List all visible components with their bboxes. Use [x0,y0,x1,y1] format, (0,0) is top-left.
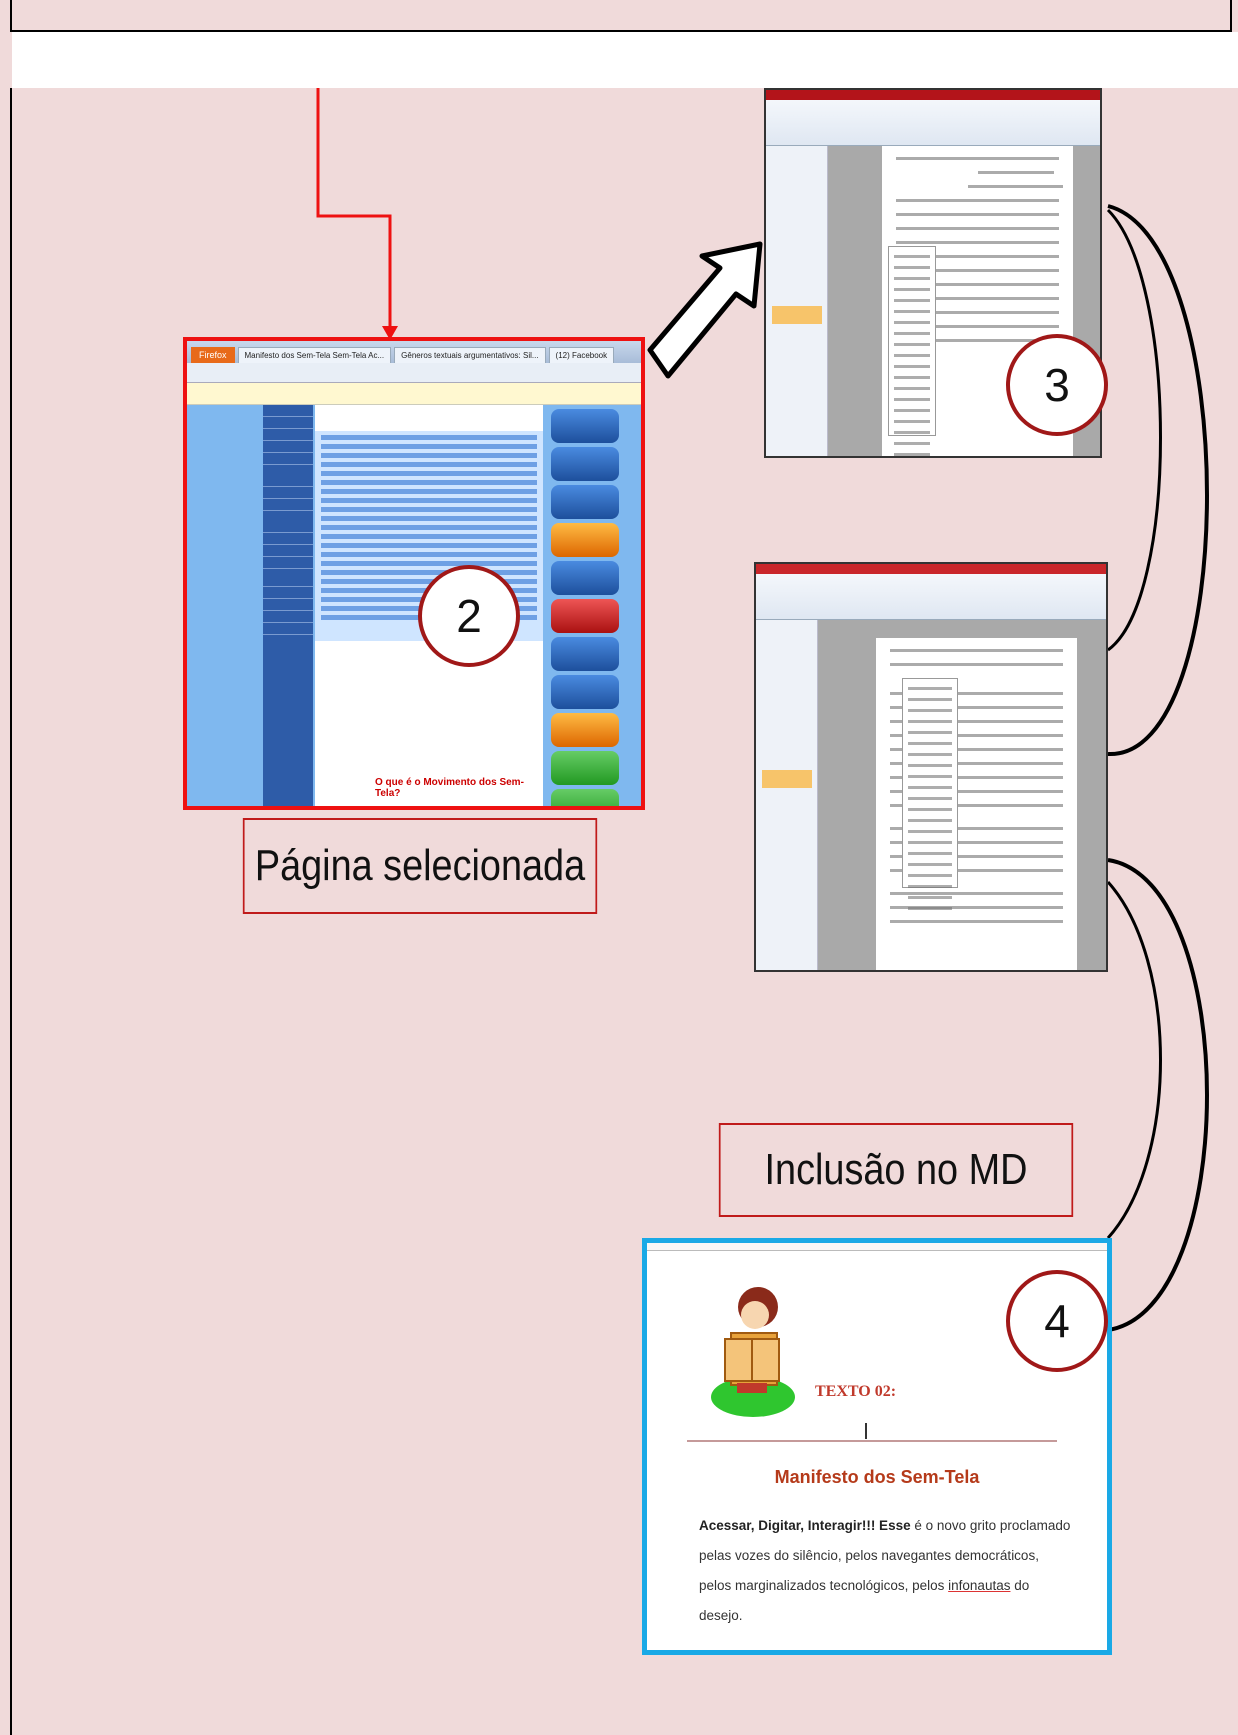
md-ruler [647,1243,1107,1251]
step-4-badge: 4 [1006,1270,1108,1372]
context-menu [902,678,958,910]
step-2-badge: 2 [418,565,520,667]
md-divider [687,1440,1057,1442]
site-section-title: O que é o Movimento dos Sem-Tela? [375,777,524,799]
word-document-area [818,620,1106,970]
texto-label: TEXTO 02: [815,1383,897,1400]
bracket-3-to-2 [1107,204,1209,757]
md-body-underlined: infonautas [948,1578,1011,1593]
text-cursor-icon [865,1423,867,1439]
inclusion-label: Inclusão no MD [718,1123,1074,1217]
browser-tab: (12) Facebook [548,347,615,363]
site-left-menu [263,405,313,806]
word-ribbon [756,574,1106,620]
selected-page-label: Página selecionada [242,818,598,914]
word-editor-screenshot-2 [754,562,1108,972]
md-body-bold: Acessar, Digitar, Interagir!!! Esse [699,1518,911,1533]
md-body-text: Acessar, Digitar, Interagir!!! Esse é o … [699,1511,1071,1631]
word-title-bar [766,90,1100,100]
web-page: O que é o Movimento dos Sem-Tela? [187,405,641,806]
word-navigation-pane [756,620,818,970]
bracket-inner-2 [1106,880,1162,1240]
word-ribbon [766,100,1100,146]
selected-page-screenshot: Firefox Manifesto dos Sem-Tela Sem-Tela … [183,337,645,810]
step-3-badge: 3 [1006,334,1108,436]
word-title-bar [756,564,1106,574]
site-right-banners [545,405,625,806]
white-arrow [647,241,763,379]
bracket-2-to-4 [1107,858,1209,1332]
context-menu [888,246,936,456]
browser-notice-bar [187,383,641,405]
browser-address-bar [187,363,641,383]
bracket-inner-1 [1106,208,1162,652]
browser-tab: Manifesto dos Sem-Tela Sem-Tela Ac... [237,347,392,363]
browser-tab: Gêneros textuais argumentativos: Sil... [394,347,546,363]
reading-girl-illustration [711,1287,795,1417]
red-connector-line [316,88,392,330]
browser-tab-bar: Firefox Manifesto dos Sem-Tela Sem-Tela … [187,341,641,363]
md-heading: Manifesto dos Sem-Tela [774,1467,980,1487]
firefox-menu-button: Firefox [191,347,235,363]
word-navigation-pane [766,146,828,456]
